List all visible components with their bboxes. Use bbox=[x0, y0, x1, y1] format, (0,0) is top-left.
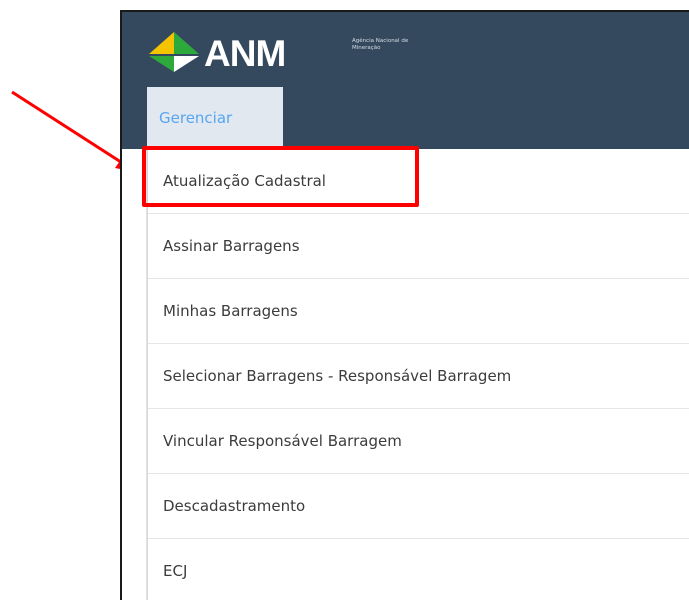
tab-label: Gerenciar bbox=[159, 109, 233, 127]
menu-item-label: Vincular Responsável Barragem bbox=[163, 432, 402, 450]
annotation-highlight-box bbox=[142, 146, 419, 207]
menu-item-ecj[interactable]: ECJ bbox=[148, 539, 689, 600]
menu-item-label: Descadastramento bbox=[163, 497, 306, 515]
menu-item-assinar-barragens[interactable]: Assinar Barragens bbox=[148, 214, 689, 279]
menu-item-label: Assinar Barragens bbox=[163, 237, 300, 255]
menu-item-descadastramento[interactable]: Descadastramento bbox=[148, 474, 689, 539]
menu-item-selecionar-barragens[interactable]: Selecionar Barragens - Responsável Barra… bbox=[148, 344, 689, 409]
top-header: ANM Agência Nacional de Mineração Gerenc… bbox=[122, 12, 689, 149]
diamond-logo-icon bbox=[149, 32, 199, 72]
menu-item-minhas-barragens[interactable]: Minhas Barragens bbox=[148, 279, 689, 344]
tab-gerenciar[interactable]: Gerenciar bbox=[147, 87, 283, 149]
logo-text: ANM bbox=[204, 33, 286, 74]
dropdown-menu: Atualização Cadastral Assinar Barragens … bbox=[147, 149, 689, 600]
menu-item-label: Minhas Barragens bbox=[163, 302, 298, 320]
app-window: ANM Agência Nacional de Mineração Gerenc… bbox=[120, 10, 689, 600]
logo-subtitle: Agência Nacional de Mineração bbox=[352, 38, 409, 51]
menu-item-vincular-responsavel[interactable]: Vincular Responsável Barragem bbox=[148, 409, 689, 474]
menu-item-label: Selecionar Barragens - Responsável Barra… bbox=[163, 367, 512, 385]
menu-item-label: ECJ bbox=[163, 562, 188, 580]
